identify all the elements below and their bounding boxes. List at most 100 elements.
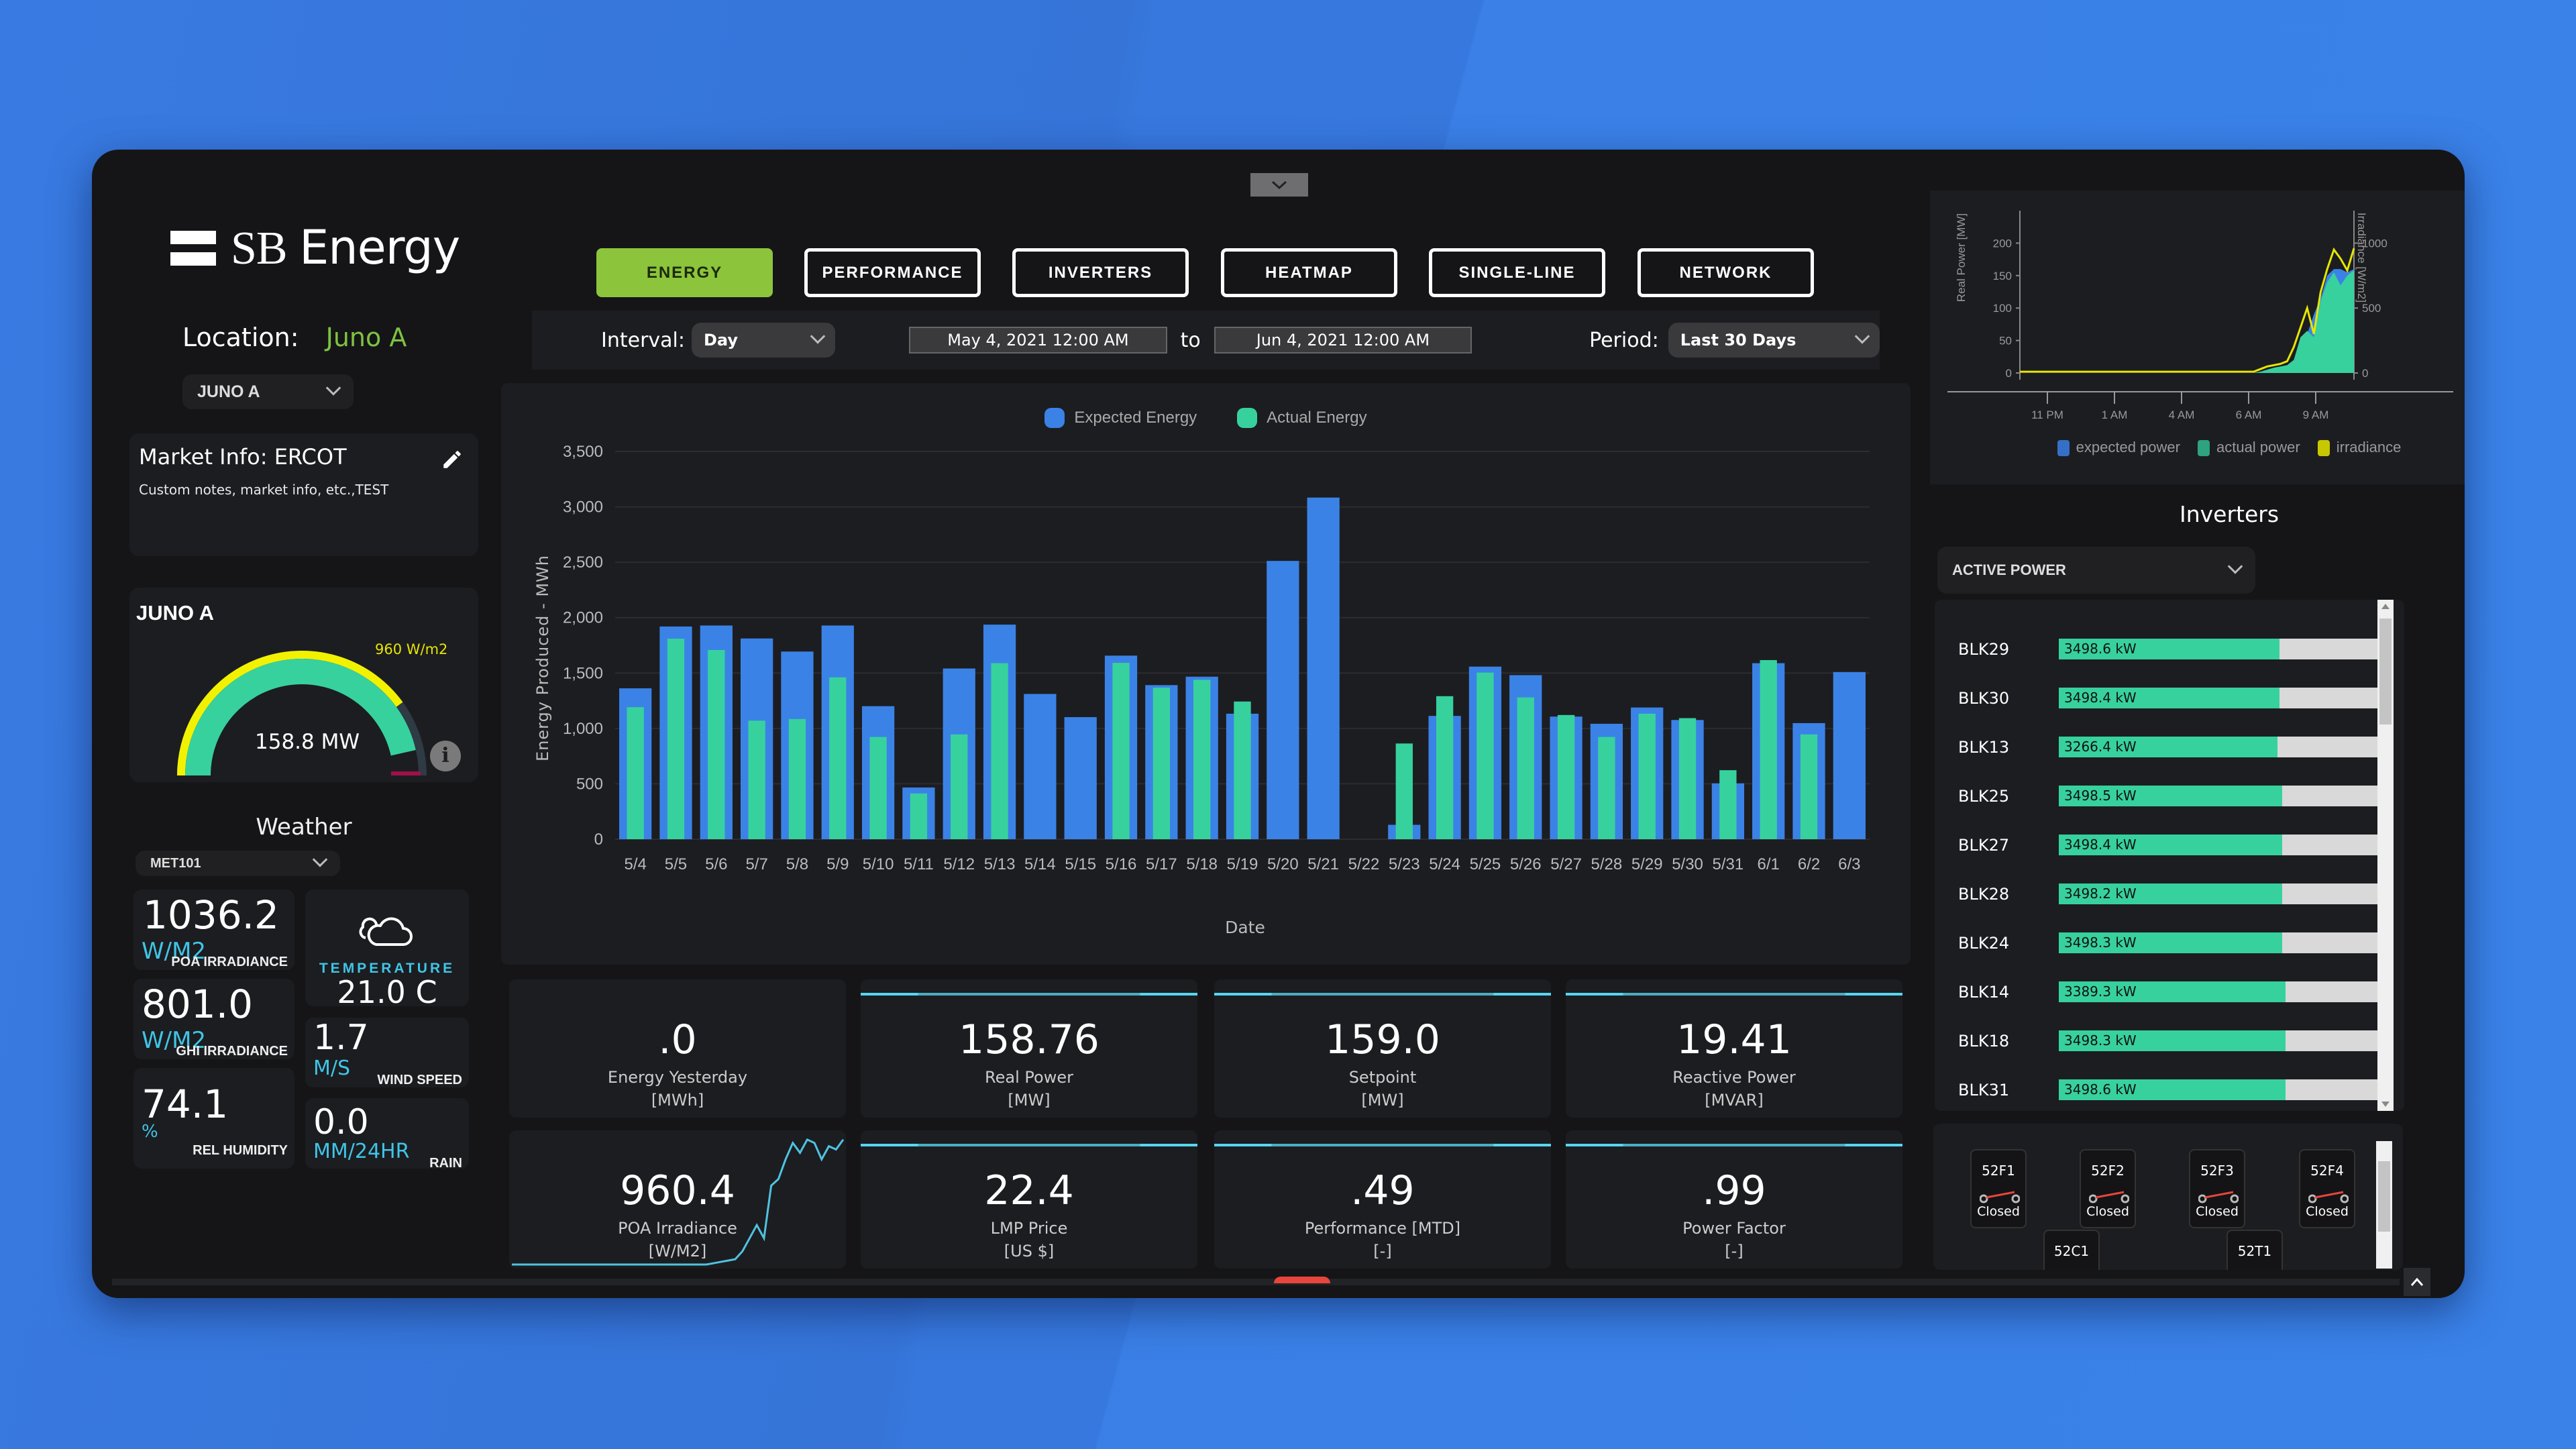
bar-actual-energy[interactable] [1152, 688, 1171, 839]
kpi-accent-line [861, 1144, 1197, 1146]
bar-expected-energy[interactable] [1064, 717, 1097, 839]
inverter-row[interactable]: BLK30 3498.4 kW [1935, 688, 2404, 709]
brand-name-part2: Energy [299, 220, 460, 275]
bar-actual-energy[interactable] [708, 649, 725, 839]
tab-network[interactable]: NETWORK [1638, 248, 1814, 297]
scroll-down-arrow-icon[interactable] [2381, 1102, 2390, 1107]
footer-bar [112, 1279, 2400, 1285]
breaker-52f3[interactable]: 52F3 Closed [2189, 1149, 2245, 1228]
site-select[interactable]: JUNO A [182, 374, 354, 409]
bar-expected-energy[interactable] [1024, 694, 1057, 839]
inverter-power-bar: 3498.5 kW [2059, 786, 2379, 806]
bar-actual-energy[interactable] [991, 663, 1008, 839]
bar-actual-energy[interactable] [1193, 680, 1211, 839]
inverter-row[interactable]: BLK24 3498.3 kW [1935, 932, 2404, 954]
period-select[interactable]: Last 30 Days [1668, 323, 1880, 358]
bar-actual-energy[interactable] [1557, 714, 1575, 839]
inverter-row[interactable]: BLK13 3266.4 kW [1935, 737, 2404, 758]
kpi-card: 22.4 LMP Price [US $] [861, 1130, 1197, 1269]
bar-actual-energy[interactable] [1395, 743, 1413, 839]
start-date-input[interactable]: May 4, 2021 12:00 AM [909, 327, 1167, 354]
y-tick-label: 1,000 [563, 720, 603, 738]
scroll-to-top-button[interactable] [2404, 1268, 2430, 1296]
inverter-power-value: 3498.2 kW [2064, 885, 2137, 902]
end-date-input[interactable]: Jun 4, 2021 12:00 AM [1214, 327, 1472, 354]
inverter-row[interactable]: BLK25 3498.5 kW [1935, 786, 2404, 807]
breaker-52f1[interactable]: 52F1 Closed [1970, 1149, 2027, 1228]
bar-actual-energy[interactable] [1760, 659, 1777, 839]
inverter-power-bar: 3498.6 kW [2059, 639, 2379, 659]
breaker-panel-scrollbar[interactable] [2376, 1141, 2392, 1269]
y2-tick-label: 0 [2362, 367, 2368, 380]
inverter-row[interactable]: BLK18 3498.3 kW [1935, 1030, 2404, 1052]
x-tick-label: 5/4 [624, 855, 646, 873]
inverter-row[interactable]: BLK28 3498.2 kW [1935, 883, 2404, 905]
legend-expected-power[interactable]: expected power [2057, 439, 2180, 457]
x-tick-label: 5/19 [1227, 855, 1258, 873]
weather-title: Weather [256, 814, 352, 841]
scrollbar-thumb[interactable] [2378, 1161, 2390, 1232]
kpi-card: 960.4 POA Irradiance [W/M2] [509, 1130, 846, 1269]
interval-select[interactable]: Day [692, 323, 836, 358]
bar-actual-energy[interactable] [1678, 718, 1697, 839]
bar-actual-energy[interactable] [1517, 697, 1534, 839]
tab-energy[interactable]: ENERGY [596, 248, 773, 297]
bar-expected-energy[interactable] [1267, 561, 1299, 839]
breaker-52f4[interactable]: 52F4 Closed [2299, 1149, 2355, 1228]
x-axis-title: Date [1225, 918, 1265, 937]
bar-expected-energy[interactable] [1307, 497, 1340, 839]
breaker-closed-icon [2089, 1191, 2129, 1203]
inverter-row[interactable]: BLK14 3389.3 kW [1935, 981, 2404, 1003]
kpi-card: 19.41 Reactive Power [MVAR] [1566, 979, 1902, 1118]
gauge-irradiance-label: 960 W/m2 [375, 641, 448, 657]
breaker-closed-icon [2308, 1191, 2349, 1203]
tab-heatmap[interactable]: HEATMAP [1221, 248, 1397, 297]
bar-actual-energy[interactable] [829, 677, 847, 839]
info-icon[interactable]: i [430, 741, 461, 771]
weather-station-select[interactable]: MET101 [136, 851, 340, 876]
site-power-gauge-card: JUNO A 960 W/m2 158.8 MW i [129, 588, 478, 782]
collapse-header-button[interactable] [1250, 173, 1308, 197]
breaker-52c1[interactable]: 52C1 [2043, 1230, 2100, 1270]
bar-actual-energy[interactable] [869, 737, 887, 839]
bar-actual-energy[interactable] [788, 718, 806, 839]
breaker-52t1[interactable]: 52T1 [2226, 1230, 2283, 1270]
kpi-value: 22.4 [984, 1167, 1074, 1214]
ghi-value: 801.0 [142, 981, 254, 1027]
bar-actual-energy[interactable] [1112, 663, 1130, 839]
bar-actual-energy[interactable] [951, 734, 968, 839]
inverter-row[interactable]: BLK31 3498.6 kW [1935, 1079, 2404, 1101]
scroll-up-arrow-icon[interactable] [2381, 604, 2390, 609]
bar-actual-energy[interactable] [1638, 713, 1656, 839]
x-tick-label: 5/25 [1470, 855, 1501, 873]
inverter-row[interactable]: BLK29 3498.6 kW [1935, 639, 2404, 660]
bar-actual-energy[interactable] [1598, 737, 1615, 839]
legend-irradiance[interactable]: irradiance [2317, 439, 2401, 457]
bar-actual-energy[interactable] [910, 793, 928, 839]
bar-actual-energy[interactable] [1234, 701, 1251, 839]
inverter-metric-select[interactable]: ACTIVE POWER [1937, 547, 2255, 594]
legend-actual-power[interactable]: actual power [2197, 439, 2300, 457]
inverter-list-scrollbar[interactable] [2377, 600, 2394, 1111]
tab-single-line[interactable]: SINGLE-LINE [1429, 248, 1605, 297]
scrollbar-thumb[interactable] [2379, 619, 2392, 724]
bar-actual-energy[interactable] [1719, 770, 1737, 839]
tab-performance[interactable]: PERFORMANCE [804, 248, 981, 297]
bar-actual-energy[interactable] [1800, 734, 1818, 839]
bar-actual-energy[interactable] [627, 707, 644, 839]
footer-handle[interactable] [1274, 1277, 1330, 1283]
bar-actual-energy[interactable] [1436, 696, 1454, 839]
bar-expected-energy[interactable] [1833, 672, 1866, 839]
tab-inverters[interactable]: INVERTERS [1012, 248, 1189, 297]
bar-actual-energy[interactable] [667, 639, 685, 839]
bar-actual-energy[interactable] [1477, 672, 1494, 839]
x-tick-label: 5/27 [1550, 855, 1582, 873]
inverter-name: BLK27 [1958, 836, 2010, 855]
kpi-accent-line [1214, 1144, 1551, 1146]
inverter-row[interactable]: BLK27 3498.4 kW [1935, 835, 2404, 856]
breaker-52f2[interactable]: 52F2 Closed [2080, 1149, 2136, 1228]
edit-pencil-icon[interactable] [441, 448, 464, 471]
bar-actual-energy[interactable] [748, 720, 765, 839]
kpi-accent-line [1566, 993, 1902, 996]
market-info-title: Market Info: ERCOT [139, 444, 347, 470]
